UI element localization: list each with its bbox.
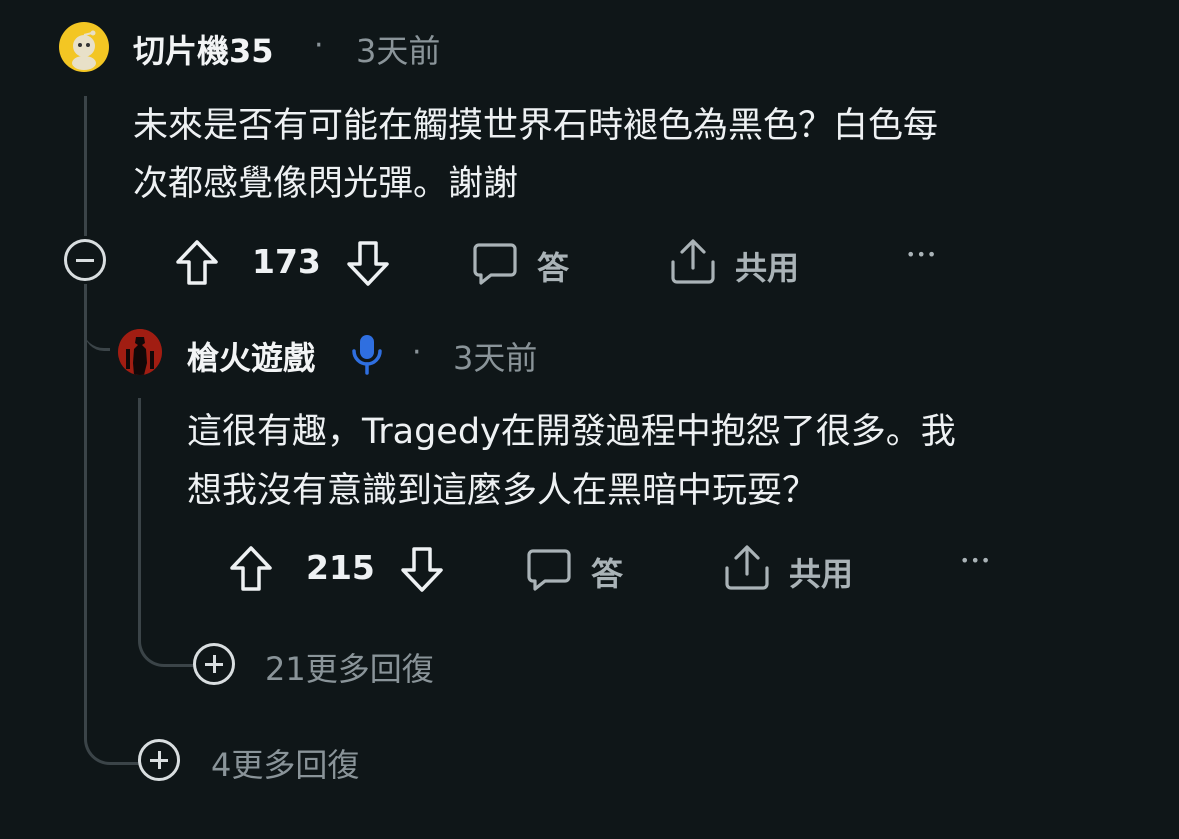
reply-icon[interactable]: [525, 545, 573, 593]
microphone-badge-icon: [352, 335, 382, 375]
more-options-icon[interactable]: •••: [906, 245, 937, 264]
comment-author[interactable]: 切片機35: [133, 26, 274, 72]
reply-author[interactable]: 槍火遊戲: [187, 333, 315, 379]
reply-timestamp: 3天前: [453, 339, 538, 377]
thread-line-main: [84, 96, 87, 236]
downvote-icon[interactable]: [345, 238, 391, 288]
more-options-icon[interactable]: •••: [960, 551, 991, 570]
more-replies-link[interactable]: 21更多回復: [265, 644, 434, 690]
reply-body-line2: 想我沒有意識到這麼多人在黑暗中玩耍？: [187, 471, 818, 511]
reply-icon[interactable]: [471, 239, 519, 287]
reply-button[interactable]: 答: [537, 243, 569, 289]
thread-line-reply-connector: [84, 300, 110, 351]
comment-score: 173: [252, 242, 321, 281]
comment-body-line2: 次都感覺像閃光彈。謝謝: [133, 164, 519, 204]
expand-replies-button[interactable]: [138, 739, 180, 781]
expand-replies-button[interactable]: [193, 643, 235, 685]
snoo-avatar-icon: [72, 30, 96, 70]
comment-body-line1: 未來是否有可能在觸摸世界石時褪色為黑色？白色每: [133, 106, 939, 146]
share-button[interactable]: 共用: [735, 243, 799, 289]
downvote-icon[interactable]: [399, 544, 445, 594]
gunfire-games-logo-icon: [118, 329, 162, 375]
avatar[interactable]: [118, 329, 162, 375]
upvote-icon[interactable]: [174, 238, 220, 288]
share-button[interactable]: 共用: [789, 549, 853, 595]
comment-timestamp: 3天前: [356, 32, 441, 70]
share-icon[interactable]: [669, 236, 717, 286]
collapse-thread-button[interactable]: [64, 239, 106, 281]
upvote-icon[interactable]: [228, 544, 274, 594]
more-replies-link[interactable]: 4更多回復: [211, 740, 359, 786]
separator-dot: ·: [412, 335, 422, 370]
separator-dot: ·: [314, 28, 324, 63]
reply-score: 215: [306, 548, 375, 587]
share-icon[interactable]: [723, 542, 771, 592]
reply-button[interactable]: 答: [591, 549, 623, 595]
reply-body-line1: 這很有趣，Tragedy在開發過程中抱怨了很多。我: [187, 412, 956, 452]
avatar[interactable]: [59, 22, 109, 72]
